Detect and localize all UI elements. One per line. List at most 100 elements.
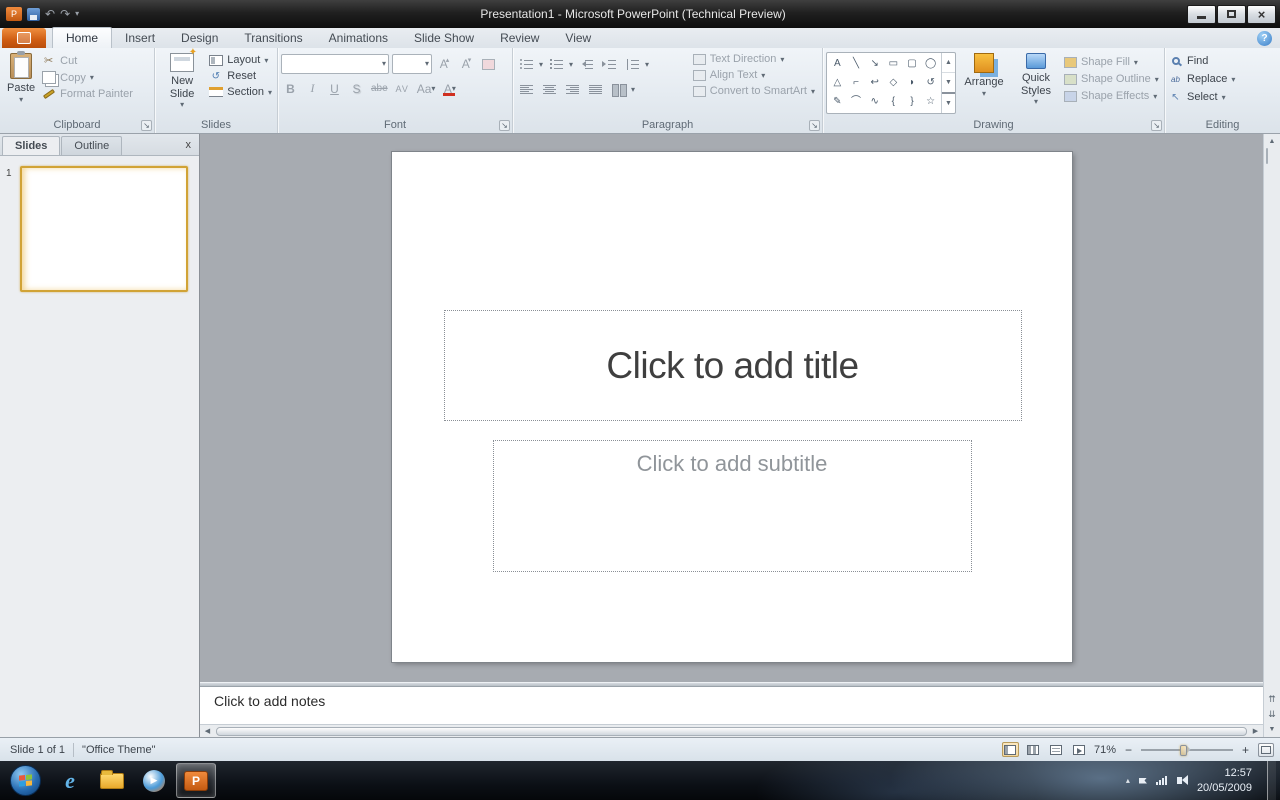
- shape-item[interactable]: ↘: [870, 59, 878, 69]
- shape-item[interactable]: ↺: [926, 78, 934, 88]
- taskbar-ie-button[interactable]: e: [50, 763, 90, 798]
- format-painter-button[interactable]: Format Painter: [41, 88, 133, 100]
- subtitle-placeholder[interactable]: Click to add subtitle: [493, 440, 972, 572]
- file-button[interactable]: [2, 28, 46, 48]
- undo-icon[interactable]: ↶: [45, 8, 55, 20]
- shape-item[interactable]: ✎: [833, 97, 841, 107]
- align-left-button[interactable]: [516, 80, 536, 98]
- zoom-slider[interactable]: [1141, 743, 1233, 757]
- find-button[interactable]: Find: [1168, 55, 1277, 67]
- slideshow-view-button[interactable]: [1071, 742, 1088, 757]
- maximize-button[interactable]: [1217, 5, 1246, 24]
- paragraph-dialog-launcher[interactable]: ↘: [809, 120, 820, 131]
- shape-item[interactable]: }: [910, 97, 913, 107]
- ribbon-tab[interactable]: View: [552, 28, 604, 48]
- text-shadow-button[interactable]: S: [347, 79, 366, 98]
- taskbar-media-player-button[interactable]: ▶: [134, 763, 174, 798]
- save-icon[interactable]: [27, 8, 40, 21]
- decrease-indent-button[interactable]: [576, 55, 596, 73]
- volume-icon[interactable]: [1177, 777, 1182, 784]
- panel-close-button[interactable]: x: [186, 139, 192, 151]
- select-button[interactable]: ↖ Select ▾: [1168, 91, 1277, 103]
- arrange-button[interactable]: Arrange ▾: [956, 50, 1012, 117]
- cut-button[interactable]: ✂ Cut: [41, 54, 133, 67]
- ribbon-tab[interactable]: Insert: [112, 28, 168, 48]
- zoom-level[interactable]: 71%: [1094, 744, 1116, 756]
- action-center-icon[interactable]: [1139, 778, 1147, 784]
- drawing-dialog-launcher[interactable]: ↘: [1151, 120, 1162, 131]
- columns-button[interactable]: [608, 80, 628, 98]
- shape-item[interactable]: ◯: [925, 59, 936, 69]
- clear-formatting-button[interactable]: [479, 55, 498, 74]
- redo-icon[interactable]: ↷: [60, 8, 70, 20]
- zoom-out-button[interactable]: −: [1122, 743, 1135, 757]
- taskbar-powerpoint-button[interactable]: P: [176, 763, 216, 798]
- shapes-scroll-up-button[interactable]: ▲: [942, 53, 955, 72]
- text-direction-button[interactable]: Text Direction ▾: [693, 53, 815, 65]
- panel-tab[interactable]: Slides: [2, 136, 60, 155]
- bold-button[interactable]: B: [281, 79, 300, 98]
- app-icon[interactable]: P: [6, 7, 22, 21]
- shape-item[interactable]: {: [892, 97, 895, 107]
- grow-font-button[interactable]: A▴: [435, 55, 454, 74]
- panel-tab[interactable]: Outline: [61, 136, 122, 155]
- ribbon-tab[interactable]: Transitions: [231, 28, 315, 48]
- shape-item[interactable]: ⌒: [851, 97, 861, 107]
- replace-button[interactable]: ab Replace ▾: [1168, 73, 1277, 85]
- slide-thumbnail[interactable]: [20, 166, 188, 292]
- vertical-scrollbar-thumb[interactable]: [1266, 148, 1268, 164]
- quick-styles-button[interactable]: Quick Styles ▾: [1012, 50, 1060, 117]
- minimize-button[interactable]: [1187, 5, 1216, 24]
- zoom-slider-thumb[interactable]: [1180, 745, 1187, 756]
- notes-pane[interactable]: Click to add notes: [200, 686, 1263, 724]
- shape-fill-button[interactable]: Shape Fill ▾: [1064, 56, 1159, 68]
- scroll-down-button[interactable]: ▼: [1264, 722, 1280, 737]
- bullets-button[interactable]: [516, 55, 536, 73]
- ribbon-tab[interactable]: Slide Show: [401, 28, 487, 48]
- shape-item[interactable]: ↩: [870, 78, 878, 88]
- shape-item[interactable]: ╲: [853, 59, 859, 69]
- shape-item[interactable]: ◇: [889, 78, 897, 88]
- slide[interactable]: Click to add title Click to add subtitle: [392, 152, 1072, 662]
- reading-view-button[interactable]: [1048, 742, 1065, 757]
- align-text-button[interactable]: Align Text ▾: [693, 69, 815, 81]
- scroll-left-button[interactable]: ◀: [200, 727, 215, 735]
- font-name-combo[interactable]: ▾: [281, 54, 389, 74]
- scroll-up-button[interactable]: ▲: [1264, 134, 1280, 149]
- fit-to-window-button[interactable]: [1258, 743, 1274, 757]
- align-right-button[interactable]: [562, 80, 582, 98]
- shape-item[interactable]: △: [833, 78, 841, 88]
- shape-item[interactable]: ▭: [889, 59, 898, 69]
- start-button[interactable]: [10, 765, 41, 796]
- show-desktop-button[interactable]: [1267, 761, 1276, 800]
- columns-dropdown-icon[interactable]: ▾: [631, 86, 635, 94]
- shape-item[interactable]: ◗: [909, 78, 915, 88]
- shapes-more-button[interactable]: ▼: [942, 92, 955, 113]
- align-center-button[interactable]: [539, 80, 559, 98]
- character-spacing-button[interactable]: AV: [393, 79, 412, 98]
- numbering-button[interactable]: [546, 55, 566, 73]
- shape-item[interactable]: ∿: [870, 97, 878, 107]
- reset-button[interactable]: ↺ Reset: [208, 70, 272, 82]
- numbering-dropdown-icon[interactable]: ▾: [569, 61, 573, 69]
- ribbon-tab[interactable]: Design: [168, 28, 231, 48]
- convert-smartart-button[interactable]: Convert to SmartArt ▾: [693, 85, 815, 97]
- clipboard-dialog-launcher[interactable]: ↘: [141, 120, 152, 131]
- line-spacing-dropdown-icon[interactable]: ▾: [645, 61, 649, 69]
- shapes-scroll-down-button[interactable]: ▼: [942, 72, 955, 92]
- shrink-font-button[interactable]: A▾: [457, 55, 476, 74]
- increase-indent-button[interactable]: [599, 55, 619, 73]
- bullets-dropdown-icon[interactable]: ▾: [539, 61, 543, 69]
- normal-view-button[interactable]: [1002, 742, 1019, 757]
- close-button[interactable]: ×: [1247, 5, 1276, 24]
- strikethrough-button[interactable]: abe: [369, 79, 390, 98]
- shape-item[interactable]: A: [834, 59, 841, 69]
- help-button[interactable]: ?: [1257, 31, 1272, 46]
- paste-button[interactable]: Paste ▾: [3, 50, 39, 117]
- line-spacing-button[interactable]: [622, 55, 642, 73]
- copy-button[interactable]: Copy ▾: [41, 71, 133, 84]
- zoom-in-button[interactable]: +: [1239, 743, 1252, 757]
- theme-name[interactable]: "Office Theme": [82, 744, 155, 756]
- previous-slide-button[interactable]: ⇈: [1264, 692, 1280, 707]
- font-size-combo[interactable]: ▾: [392, 54, 432, 74]
